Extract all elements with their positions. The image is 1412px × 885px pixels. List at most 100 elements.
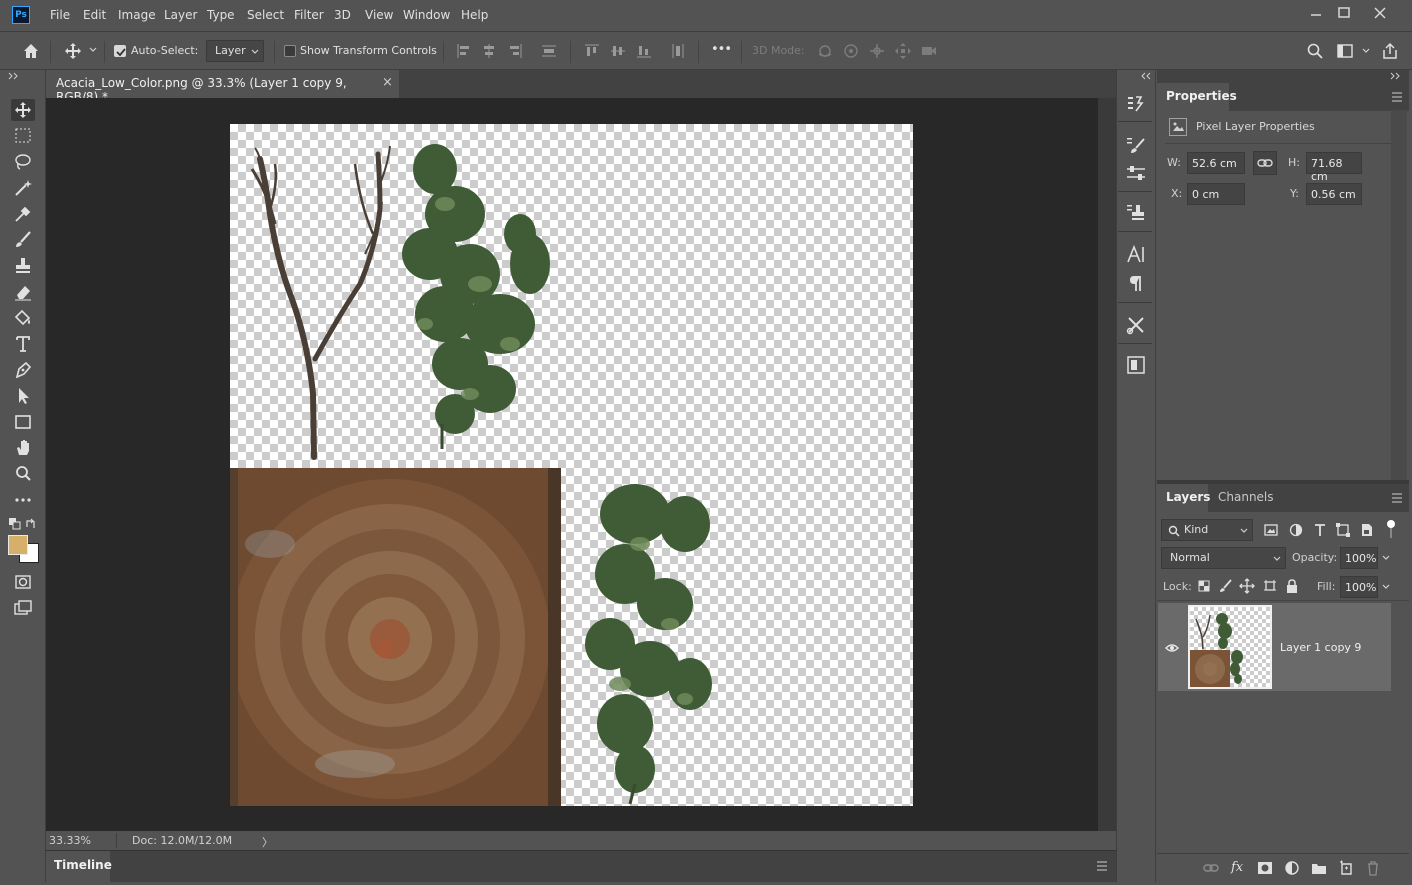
- align-middle-v-icon[interactable]: [609, 42, 627, 60]
- screen-mode-icon[interactable]: [11, 597, 35, 619]
- move-tool-preset-icon[interactable]: [64, 42, 82, 60]
- filter-toggle-icon[interactable]: [1383, 519, 1399, 538]
- history-icon[interactable]: [1124, 92, 1148, 116]
- menu-window[interactable]: Window: [403, 8, 450, 22]
- tab-properties[interactable]: Properties: [1157, 83, 1237, 111]
- menu-3d[interactable]: 3D: [334, 8, 351, 22]
- distribute-vertical-icon[interactable]: [540, 42, 558, 60]
- filter-shape-icon[interactable]: [1335, 522, 1351, 538]
- collapse-panels-icon[interactable]: [1141, 72, 1153, 80]
- pen-tool[interactable]: [11, 359, 35, 381]
- opacity-field[interactable]: 100%: [1340, 547, 1378, 569]
- distribute-horizontal-icon[interactable]: [669, 42, 687, 60]
- menu-file[interactable]: File: [50, 8, 70, 22]
- zoom-level[interactable]: 33.33%: [49, 834, 91, 847]
- link-dimensions-button[interactable]: [1253, 151, 1277, 175]
- adjustment-layer-icon[interactable]: [1284, 860, 1300, 876]
- panel-menu-icon[interactable]: [1391, 92, 1403, 102]
- menu-edit[interactable]: Edit: [83, 8, 106, 22]
- canvas-scrollbar[interactable]: [1098, 98, 1116, 831]
- link-layers-icon[interactable]: [1203, 860, 1219, 876]
- share-icon[interactable]: [1381, 42, 1399, 60]
- marquee-tool[interactable]: [11, 125, 35, 147]
- type-tool[interactable]: [11, 333, 35, 355]
- more-options-button[interactable]: •••: [711, 42, 732, 57]
- layer-style-icon[interactable]: fx: [1231, 860, 1247, 876]
- foreground-color-swatch[interactable]: [8, 535, 28, 555]
- width-field[interactable]: 52.6 cm: [1187, 152, 1245, 174]
- auto-select-target-dropdown[interactable]: Layer: [206, 40, 264, 62]
- document-tab[interactable]: Acacia_Low_Color.png @ 33.3% (Layer 1 co…: [46, 70, 399, 104]
- clone-source-icon[interactable]: [1124, 201, 1148, 225]
- layer-name[interactable]: Layer 1 copy 9: [1280, 641, 1361, 654]
- collapse-toolbar-icon[interactable]: [8, 72, 20, 80]
- minimize-button[interactable]: [1305, 4, 1327, 22]
- align-top-icon[interactable]: [583, 42, 601, 60]
- rectangle-tool[interactable]: [11, 411, 35, 433]
- eyedropper-tool[interactable]: [11, 203, 35, 225]
- chevron-down-icon[interactable]: [1381, 553, 1391, 563]
- lock-artboard-icon[interactable]: [1262, 578, 1278, 594]
- layer-thumbnail[interactable]: [1188, 605, 1272, 689]
- menu-image[interactable]: Image: [118, 8, 156, 22]
- collapse-dock-icon[interactable]: [1390, 72, 1402, 80]
- height-field[interactable]: 71.68 cm: [1306, 152, 1362, 183]
- y-field[interactable]: 0.56 cm: [1306, 183, 1362, 205]
- lock-position-icon[interactable]: [1239, 578, 1255, 594]
- filter-adjustment-icon[interactable]: [1288, 522, 1304, 538]
- search-icon[interactable]: [1306, 42, 1324, 60]
- menu-layer[interactable]: Layer: [164, 8, 197, 22]
- brush-tool[interactable]: [11, 229, 35, 251]
- close-window-button[interactable]: [1369, 4, 1391, 22]
- tool-presets-icon[interactable]: [1124, 313, 1148, 337]
- lock-transparent-icon[interactable]: [1196, 578, 1212, 594]
- close-tab-icon[interactable]: ×: [382, 75, 393, 90]
- eye-icon[interactable]: [1165, 643, 1179, 653]
- filter-smart-object-icon[interactable]: [1359, 522, 1375, 538]
- filter-type-icon[interactable]: [1312, 522, 1328, 538]
- paragraph-icon[interactable]: [1124, 272, 1148, 296]
- pan-3d-icon[interactable]: [868, 42, 886, 60]
- workspace-icon[interactable]: [1336, 42, 1354, 60]
- timeline-tab[interactable]: Timeline: [46, 851, 112, 882]
- status-menu-arrow[interactable]: 〉: [262, 834, 273, 850]
- fill-field[interactable]: 100%: [1340, 576, 1378, 598]
- tab-layers[interactable]: Layers: [1157, 484, 1210, 512]
- menu-select[interactable]: Select: [247, 8, 284, 22]
- character-icon[interactable]: [1124, 243, 1148, 267]
- eraser-tool[interactable]: [11, 281, 35, 303]
- align-right-icon[interactable]: [506, 42, 524, 60]
- chevron-down-icon[interactable]: [1381, 582, 1391, 592]
- zoom-tool[interactable]: [11, 463, 35, 485]
- trash-icon[interactable]: [1365, 860, 1381, 876]
- lasso-tool[interactable]: [11, 151, 35, 173]
- roll-3d-icon[interactable]: [842, 42, 860, 60]
- show-transform-controls-checkbox[interactable]: [284, 45, 296, 57]
- align-bottom-icon[interactable]: [635, 42, 653, 60]
- maximize-button[interactable]: [1333, 4, 1355, 22]
- layer-row[interactable]: Layer 1 copy 9: [1158, 603, 1391, 691]
- stamp-tool[interactable]: [11, 255, 35, 277]
- properties-scrollbar[interactable]: [1391, 110, 1407, 480]
- lock-image-icon[interactable]: [1218, 578, 1234, 594]
- menu-type[interactable]: Type: [207, 8, 235, 22]
- home-icon[interactable]: [22, 42, 40, 60]
- more-tools-icon[interactable]: [11, 489, 35, 511]
- menu-view[interactable]: View: [365, 8, 393, 22]
- menu-filter[interactable]: Filter: [294, 8, 324, 22]
- group-folder-icon[interactable]: [1311, 860, 1327, 876]
- document-canvas[interactable]: [230, 124, 913, 806]
- magic-wand-tool[interactable]: [11, 177, 35, 199]
- orbit-3d-icon[interactable]: [816, 42, 834, 60]
- add-mask-icon[interactable]: [1257, 860, 1273, 876]
- brush-settings-icon[interactable]: [1124, 134, 1148, 158]
- filter-pixel-icon[interactable]: [1263, 522, 1279, 538]
- move-tool[interactable]: [11, 99, 35, 121]
- lock-all-icon[interactable]: [1284, 578, 1300, 594]
- panel-menu-icon[interactable]: [1391, 493, 1403, 503]
- default-colors-icon[interactable]: [9, 518, 21, 530]
- align-left-icon[interactable]: [455, 42, 473, 60]
- path-select-tool[interactable]: [11, 385, 35, 407]
- new-layer-icon[interactable]: [1338, 860, 1354, 876]
- tab-channels[interactable]: Channels: [1209, 484, 1279, 512]
